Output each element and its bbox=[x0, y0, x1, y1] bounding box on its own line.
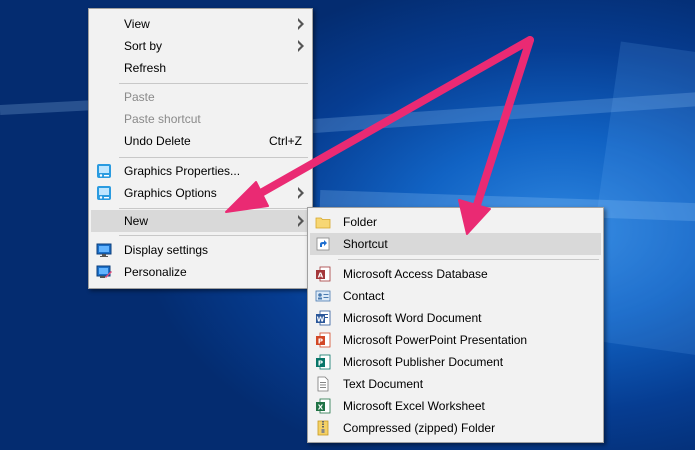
annotation-arrowhead-shortcut bbox=[458, 199, 491, 235]
annotation-arrows bbox=[225, 36, 534, 235]
annotation-arrowhead-new bbox=[225, 181, 269, 213]
